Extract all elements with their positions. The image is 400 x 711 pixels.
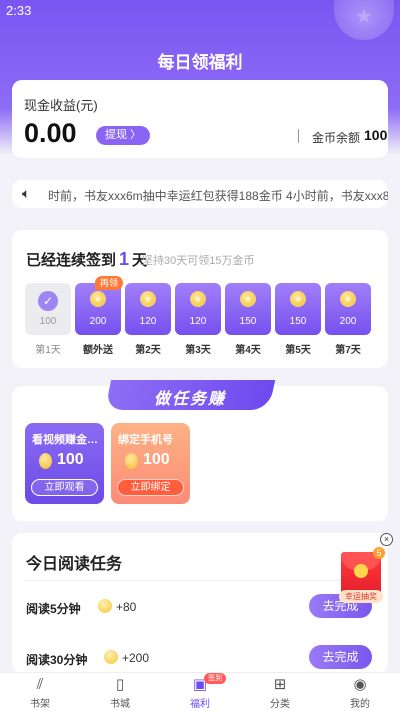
- signin-day-value: 100: [39, 316, 57, 327]
- cash-amount: 0.00: [24, 118, 77, 148]
- task-title: 绑定手机号: [118, 434, 173, 446]
- signin-day-label: 第7天: [335, 345, 361, 356]
- reading-task-card: 今日阅读任务 阅读5分钟 +80 去完成 阅读30分钟 +200 去完成: [12, 533, 388, 673]
- task-amount: 100: [143, 451, 170, 468]
- status-time: 2:33: [6, 3, 32, 18]
- reading-task-label: 阅读5分钟: [26, 602, 81, 616]
- coin-icon: ★: [240, 291, 256, 307]
- bottom-tab-bar: ⫽ 书架 ▯ 书城 ▣ 签到 福利 ⊞ 分类 ◉ 我的: [0, 672, 400, 711]
- task-title: 看视频赚金…: [32, 434, 98, 446]
- check-icon: ✓: [38, 291, 58, 311]
- bookshelf-icon: ⫽: [36, 676, 44, 693]
- coin-icon: ★: [190, 291, 206, 307]
- coin-balance-label: 金币余额: [312, 131, 361, 145]
- signin-day-label: 额外送: [83, 345, 113, 356]
- signin-day-7[interactable]: ★ 200: [325, 283, 371, 335]
- lucky-draw-label[interactable]: 幸运抽奖: [339, 590, 383, 603]
- complete-button[interactable]: 去完成: [309, 645, 372, 669]
- reading-title: 今日阅读任务: [26, 556, 123, 573]
- coin-icon: [39, 453, 52, 469]
- signin-day-3[interactable]: ★ 120: [175, 283, 221, 335]
- signin-day-value: 200: [89, 316, 107, 327]
- coin-stack-icon: ★: [340, 291, 356, 307]
- marquee-text: 时前，书友xxx6m抽中幸运红包获得188金币 4小时前，书友xxx8: [48, 189, 388, 203]
- signin-subtitle: 坚持30天可领15万金币: [142, 255, 255, 267]
- signin-title: 已经连续签到 1 天: [26, 249, 147, 270]
- tab-label: 书城: [110, 699, 130, 710]
- tab-category[interactable]: ⊞ 分类: [240, 673, 320, 711]
- coin-icon: [98, 599, 112, 613]
- signin-day-label: 第3天: [185, 345, 211, 356]
- signin-day-1[interactable]: ✓ 100: [25, 283, 71, 335]
- signin-day-label: 第2天: [135, 345, 161, 356]
- tab-bookstore[interactable]: ▯ 书城: [80, 673, 160, 711]
- signin-day-label: 第4天: [235, 345, 261, 356]
- signin-badge: 签到: [204, 673, 226, 684]
- reading-task-label: 阅读30分钟: [26, 653, 88, 667]
- lottery-count-badge: 5: [373, 547, 385, 559]
- divider: [298, 129, 299, 143]
- tab-label: 书架: [30, 699, 50, 710]
- signin-day-value: 150: [239, 316, 257, 327]
- bind-phone-task[interactable]: 绑定手机号 100 立即绑定: [111, 423, 190, 504]
- tab-bookshelf[interactable]: ⫽ 书架: [0, 673, 80, 711]
- signin-day-value: 150: [289, 316, 307, 327]
- coin-icon: ★: [290, 291, 306, 307]
- coin-balance-value: 100: [364, 127, 388, 143]
- signin-day-label: 第5天: [285, 345, 311, 356]
- tab-label: 福利: [190, 699, 210, 710]
- book-icon: ▯: [115, 676, 125, 693]
- signin-title-prefix: 已经连续签到: [26, 252, 117, 269]
- divider: [26, 580, 374, 581]
- tab-profile[interactable]: ◉ 我的: [320, 673, 400, 711]
- signin-day-label: 第1天: [35, 345, 61, 356]
- close-icon[interactable]: ×: [380, 533, 393, 546]
- task-banner-title: 做任务赚: [153, 391, 226, 408]
- signin-day-4[interactable]: ★ 150: [225, 283, 271, 335]
- profile-icon: ◉: [353, 676, 367, 693]
- signin-day-extra[interactable]: ★ 200: [75, 283, 121, 335]
- cash-label: 现金收益(元): [24, 98, 98, 113]
- signin-day-count: 1: [119, 249, 130, 269]
- signin-day-value: 120: [189, 316, 207, 327]
- speaker-icon: 🔈︎: [22, 185, 31, 201]
- coin-icon: ★: [90, 291, 106, 307]
- signin-card: 已经连续签到 1 天 坚持30天可领15万金币 ✓ 100 第1天 ★ 200 额外…: [12, 230, 388, 368]
- grid-icon: ⊞: [273, 676, 287, 693]
- coin-icon: [125, 453, 138, 469]
- task-amount: 100: [57, 451, 84, 468]
- coin-icon: [104, 650, 118, 664]
- watch-video-task[interactable]: 看视频赚金… 100 立即观看: [25, 423, 104, 504]
- withdraw-button[interactable]: 提现 〉: [96, 126, 151, 145]
- bind-now-button[interactable]: 立即绑定: [117, 479, 184, 496]
- watch-now-button[interactable]: 立即观看: [31, 479, 98, 496]
- signin-day-value: 120: [139, 316, 157, 327]
- tab-label: 分类: [270, 699, 290, 710]
- announcement-marquee: 🔈︎ 时前，书友xxx6m抽中幸运红包获得188金币 4小时前，书友xxx8: [12, 180, 388, 208]
- tab-label: 我的: [350, 699, 370, 710]
- cash-card: 现金收益(元) 0.00 提现 〉 金币余额 100: [12, 80, 388, 158]
- envelope-seal: [354, 564, 368, 578]
- reading-reward: +80: [116, 600, 137, 614]
- reading-reward: +200: [122, 651, 150, 665]
- coin-icon: ★: [140, 291, 156, 307]
- page-title: 每日领福利: [157, 53, 243, 72]
- again-badge: 再领: [95, 276, 124, 290]
- signin-day-5[interactable]: ★ 150: [275, 283, 321, 335]
- signin-day-value: 200: [339, 316, 357, 327]
- signin-day-2[interactable]: ★ 120: [125, 283, 171, 335]
- tab-welfare[interactable]: ▣ 签到 福利: [160, 673, 240, 711]
